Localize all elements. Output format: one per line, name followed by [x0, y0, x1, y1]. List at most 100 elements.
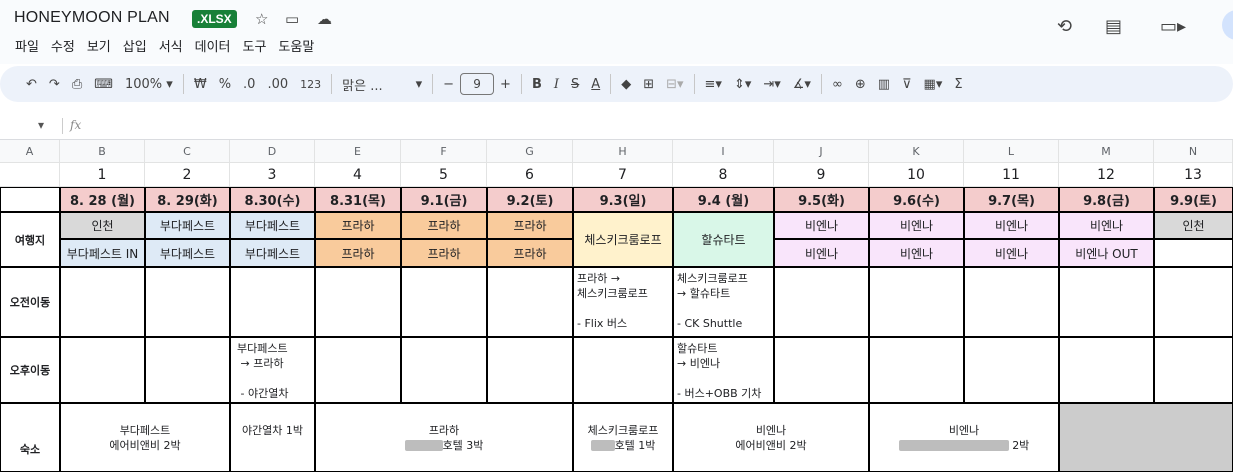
am-move-cell[interactable]: 프라하 → 체스키크룸로프 - Flix 버스 [573, 267, 673, 337]
am-move-cell[interactable] [315, 267, 401, 337]
decrease-decimal-button[interactable]: .0 [237, 70, 261, 98]
stay-cell[interactable]: 부다페스트 에어비앤비 2박 [60, 403, 230, 472]
filter-icon[interactable]: ⊽ [896, 70, 918, 98]
destination-cell[interactable]: 비엔나 [869, 239, 964, 267]
destination-cell[interactable]: 비엔나 [774, 239, 869, 267]
am-move-cell[interactable] [964, 267, 1059, 337]
destination-cell[interactable]: 할슈타트 [673, 212, 774, 267]
destination-cell[interactable]: 부다페스트 [230, 239, 315, 267]
menu-data[interactable]: 데이터 [195, 36, 231, 55]
destination-cell[interactable]: 프라하 [315, 212, 401, 239]
spreadsheet-grid[interactable]: A B C D E F G H I J K L M N 1 2 3 4 5 6 7 8 9 10 11 12 13 8. 28 (월)… [0, 140, 1233, 472]
destination-cell[interactable]: 프라하 [315, 239, 401, 267]
bold-button[interactable]: B [526, 70, 548, 98]
pm-move-cell[interactable] [573, 337, 673, 403]
destination-cell[interactable]: 프라하 [401, 212, 487, 239]
destination-cell[interactable]: 프라하 [401, 239, 487, 267]
star-icon[interactable]: ☆ [255, 10, 268, 28]
zoom-select[interactable]: 100% ▾ [119, 70, 179, 98]
pm-move-cell[interactable] [60, 337, 145, 403]
am-move-cell[interactable] [230, 267, 315, 337]
meet-video-icon[interactable]: ▭▸ [1160, 16, 1186, 37]
date-cell[interactable]: 9.5(화) [774, 187, 869, 212]
font-size-input[interactable]: 9 [460, 73, 495, 95]
column-header[interactable]: J [774, 140, 869, 163]
am-move-cell[interactable] [1154, 267, 1233, 337]
pm-move-cell[interactable] [869, 337, 964, 403]
vertical-align-icon[interactable]: ⇕▾ [728, 70, 757, 98]
pm-move-cell[interactable]: 부다페스트 → 프라하 - 야간열차 [230, 337, 315, 403]
day-number-cell[interactable]: 1 [60, 163, 145, 187]
column-header[interactable]: M [1059, 140, 1154, 163]
day-number-cell[interactable]: 7 [573, 163, 673, 187]
italic-button[interactable]: I [548, 70, 565, 98]
column-header[interactable]: L [964, 140, 1059, 163]
pm-move-cell[interactable] [964, 337, 1059, 403]
menu-tools[interactable]: 도구 [243, 36, 267, 55]
column-header[interactable]: C [145, 140, 230, 163]
pm-move-cell[interactable]: 할슈타트 → 비엔나 - 버스+OBB 기차 [673, 337, 774, 403]
destination-cell[interactable]: 비엔나 OUT [1059, 239, 1154, 267]
am-move-cell[interactable] [774, 267, 869, 337]
redo-icon[interactable]: ↷ [43, 70, 66, 98]
menu-insert[interactable]: 삽입 [123, 36, 147, 55]
version-history-icon[interactable]: ⟲ [1057, 16, 1072, 37]
day-number-cell[interactable]: 5 [401, 163, 487, 187]
column-header[interactable]: I [673, 140, 774, 163]
destination-cell[interactable]: 비엔나 [1059, 212, 1154, 239]
destination-cell[interactable]: 비엔나 [964, 212, 1059, 239]
filter-views-icon[interactable]: ▦▾ [918, 70, 949, 98]
destination-cell[interactable] [1154, 239, 1233, 267]
fill-color-icon[interactable]: ◆ [615, 70, 637, 98]
destination-cell[interactable]: 인천 [1154, 212, 1233, 239]
decrease-font-size-button[interactable]: − [437, 70, 460, 98]
day-number-cell[interactable]: 10 [869, 163, 964, 187]
row-label-stay[interactable]: 숙소 [0, 403, 60, 472]
undo-icon[interactable]: ↶ [20, 70, 43, 98]
date-cell[interactable]: 9.4 (월) [673, 187, 774, 212]
am-move-cell[interactable] [145, 267, 230, 337]
destination-cell[interactable]: 부다페스트 [145, 239, 230, 267]
insert-comment-icon[interactable]: ⊕ [849, 70, 872, 98]
row-label-destination[interactable]: 여행지 [0, 212, 60, 267]
destination-cell[interactable]: 비엔나 [869, 212, 964, 239]
horizontal-align-icon[interactable]: ≡▾ [699, 70, 728, 98]
date-cell[interactable]: 8.31(목) [315, 187, 401, 212]
row-label-am-move[interactable]: 오전이동 [0, 267, 60, 337]
grid-cell[interactable] [0, 187, 60, 212]
date-cell[interactable]: 8. 29(화) [145, 187, 230, 212]
menu-view[interactable]: 보기 [87, 36, 111, 55]
destination-cell[interactable]: 부다페스트 IN [60, 239, 145, 267]
stay-cell[interactable]: 비엔나 에어비앤비 2박 [673, 403, 869, 472]
column-header[interactable]: F [401, 140, 487, 163]
pm-move-cell[interactable] [1154, 337, 1233, 403]
destination-cell[interactable]: 비엔나 [774, 212, 869, 239]
column-header[interactable]: E [315, 140, 401, 163]
grid-cell[interactable] [0, 163, 60, 187]
stay-cell[interactable]: 체스키크룸로프 호텔 1박 [573, 403, 673, 472]
merge-cells-icon[interactable]: ⊟▾ [660, 70, 689, 98]
functions-icon[interactable]: Σ [948, 70, 968, 98]
increase-font-size-button[interactable]: + [494, 70, 517, 98]
search-menus-icon[interactable] [8, 70, 20, 98]
column-header[interactable]: G [487, 140, 573, 163]
destination-cell[interactable]: 비엔나 [964, 239, 1059, 267]
day-number-cell[interactable]: 2 [145, 163, 230, 187]
menu-help[interactable]: 도움말 [278, 36, 314, 55]
destination-cell[interactable]: 프라하 [487, 239, 573, 267]
increase-decimal-button[interactable]: .00 [261, 70, 294, 98]
pm-move-cell[interactable] [487, 337, 573, 403]
print-icon[interactable]: ⎙ [66, 70, 88, 98]
stay-cell[interactable]: 프라하 호텔 3박 [315, 403, 573, 472]
stay-cell[interactable]: 야간열차 1박 [230, 403, 315, 472]
date-cell[interactable]: 9.3(일) [573, 187, 673, 212]
row-label-pm-move[interactable]: 오후이동 [0, 337, 60, 403]
number-format-button[interactable]: 123 [294, 70, 327, 98]
cloud-saved-icon[interactable]: ☁ [317, 10, 332, 28]
stay-cell[interactable]: 비엔나 2박 [869, 403, 1059, 472]
text-color-button[interactable]: A [585, 70, 606, 98]
date-cell[interactable]: 8.30(수) [230, 187, 315, 212]
am-move-cell[interactable] [487, 267, 573, 337]
strikethrough-button[interactable]: S [565, 70, 585, 98]
destination-cell[interactable]: 체스키크룸로프 [573, 212, 673, 267]
